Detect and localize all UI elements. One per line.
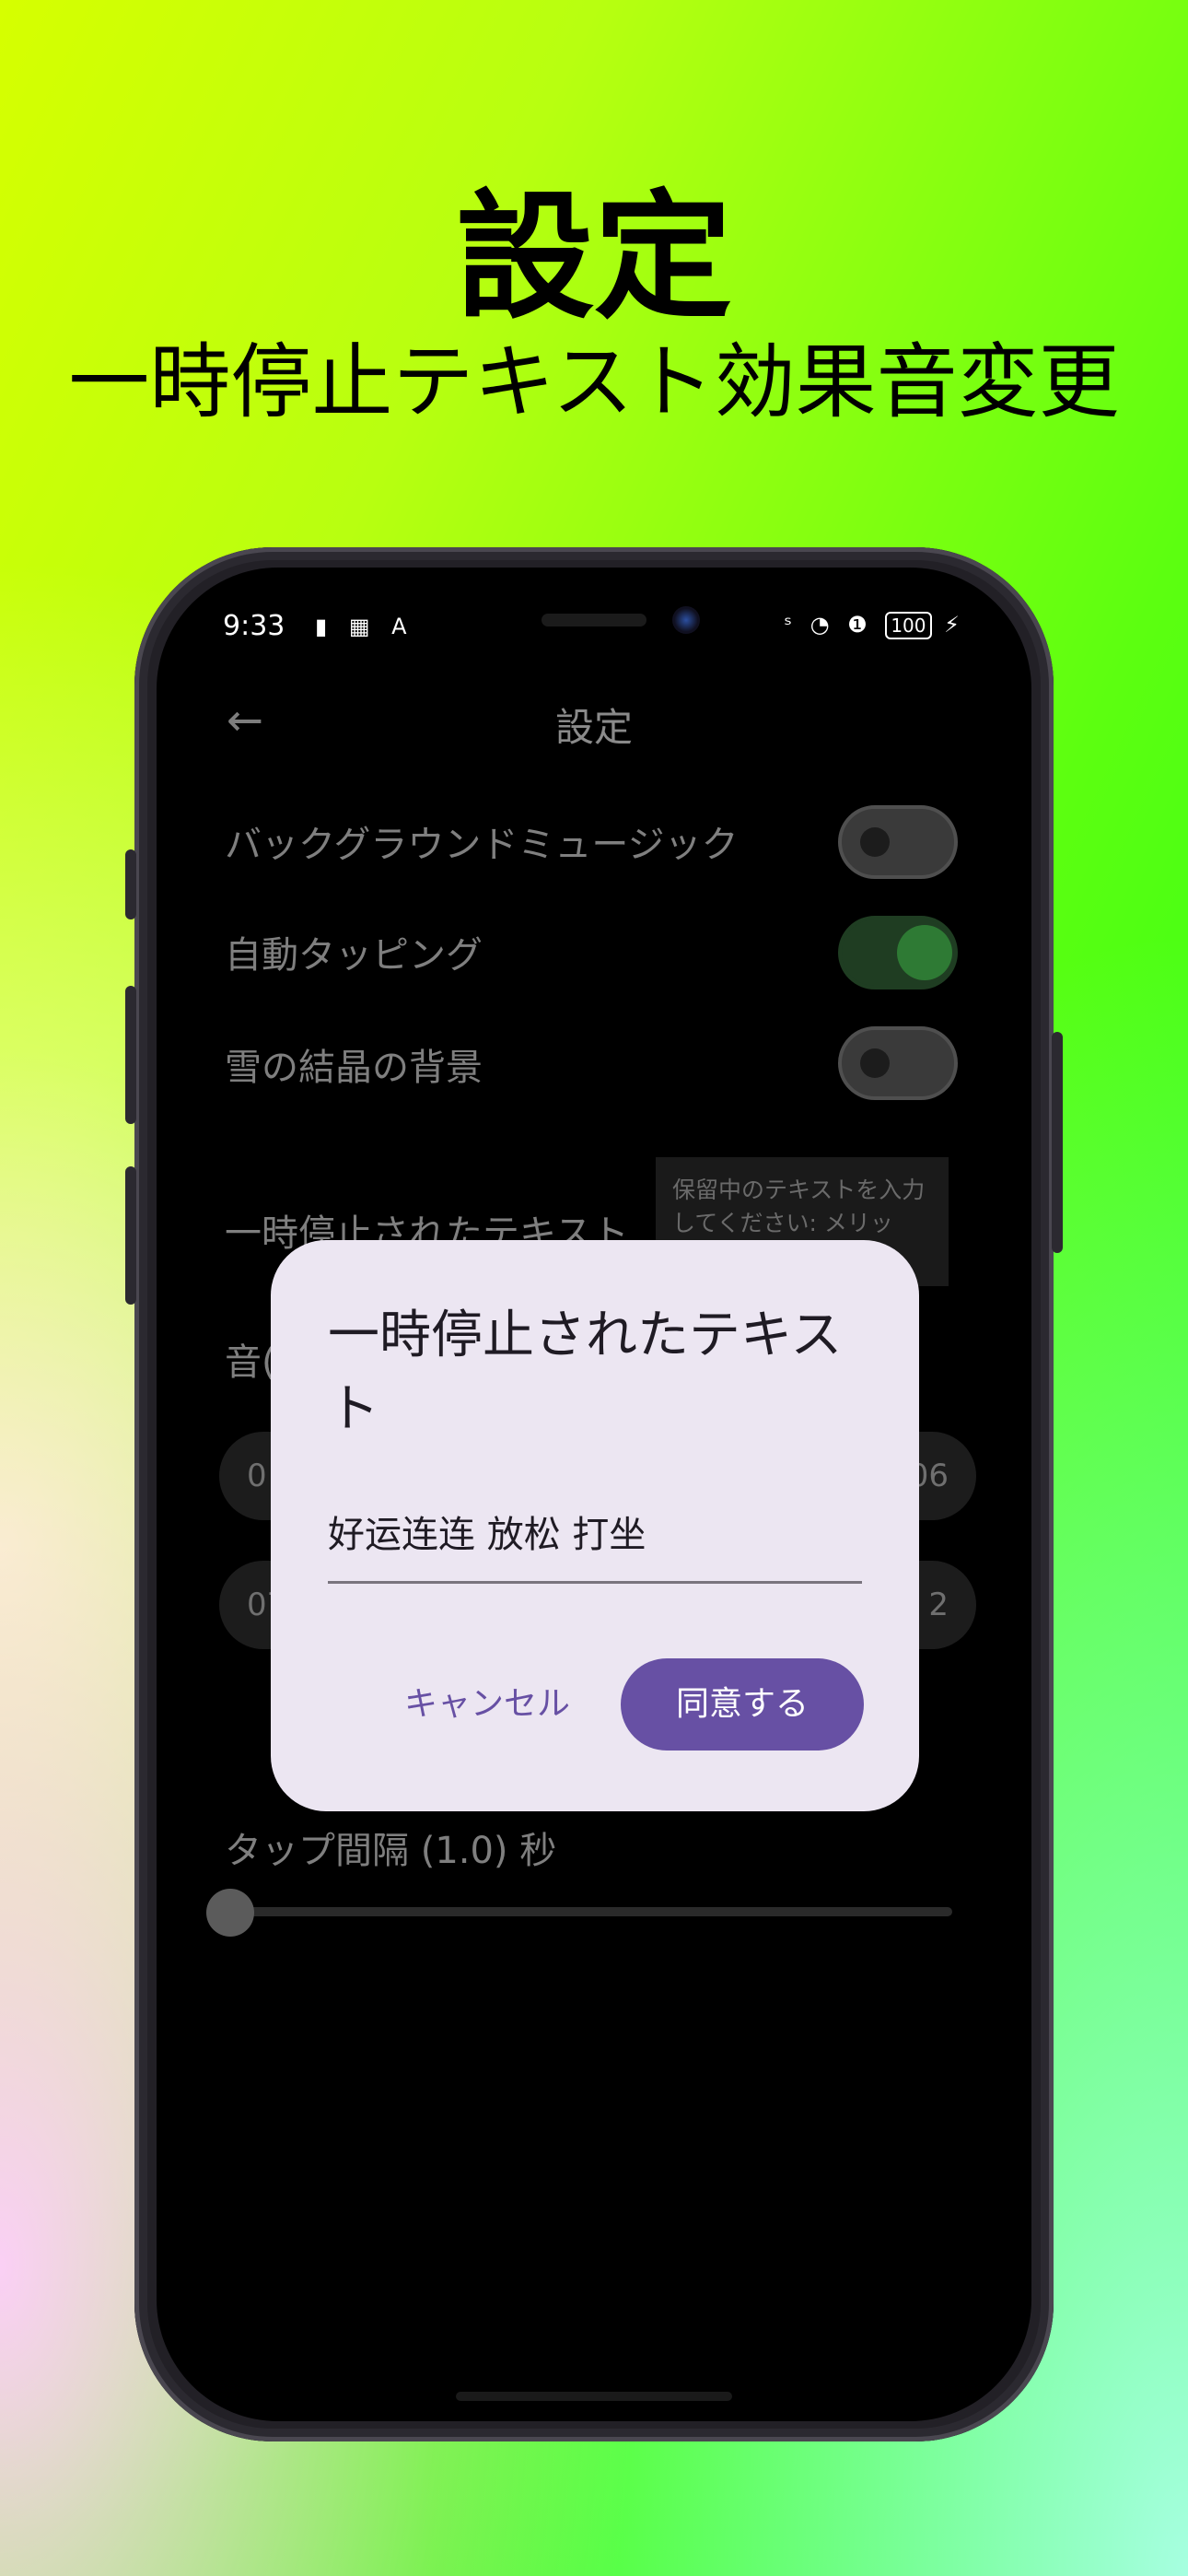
- snow-background-label: 雪の結晶の背景: [225, 1047, 483, 1089]
- side-button-volume-up: [125, 986, 136, 1124]
- tap-interval-slider-track[interactable]: [234, 1907, 952, 1916]
- toggle-knob: [897, 925, 952, 980]
- tap-interval-label: タップ間隔 (1.0) 秒: [225, 1830, 557, 1872]
- paused-text-dialog: 一時停止されたテキスト 好运连连 放松 打坐 キャンセル 同意する: [271, 1240, 919, 1811]
- toggle-knob: [860, 827, 890, 857]
- auto-tapping-toggle[interactable]: [838, 916, 958, 989]
- confirm-button[interactable]: 同意する: [621, 1658, 864, 1751]
- auto-tapping-label: 自動タッピング: [225, 934, 483, 977]
- phone-screen: 9:33 ▮ ▦ A ˢ ◔ ❶ 100 ⚡ ← 設定 バックグラウンドミュージ…: [157, 568, 1031, 2421]
- paused-text-input[interactable]: 好运连连 放松 打坐: [328, 1507, 862, 1584]
- background-music-label: バックグラウンドミュージック: [225, 824, 739, 866]
- headline-title: 設定: [455, 178, 732, 338]
- snow-background-toggle[interactable]: [838, 1026, 958, 1100]
- side-button-volume-down: [125, 1166, 136, 1305]
- headline-subtitle: 一時停止テキスト効果音変更: [68, 334, 1120, 429]
- background-music-toggle[interactable]: [838, 805, 958, 879]
- side-button-power: [1052, 1032, 1063, 1253]
- side-button-action: [125, 849, 136, 919]
- dialog-title: 一時停止されたテキスト: [328, 1306, 843, 1439]
- cancel-button[interactable]: キャンセル: [390, 1658, 584, 1751]
- home-indicator: [456, 2392, 732, 2401]
- app-bar-title: 設定: [554, 705, 633, 750]
- sound-label: 音(: [225, 1341, 276, 1384]
- tap-interval-slider-thumb[interactable]: [206, 1889, 254, 1937]
- toggle-knob: [860, 1048, 890, 1078]
